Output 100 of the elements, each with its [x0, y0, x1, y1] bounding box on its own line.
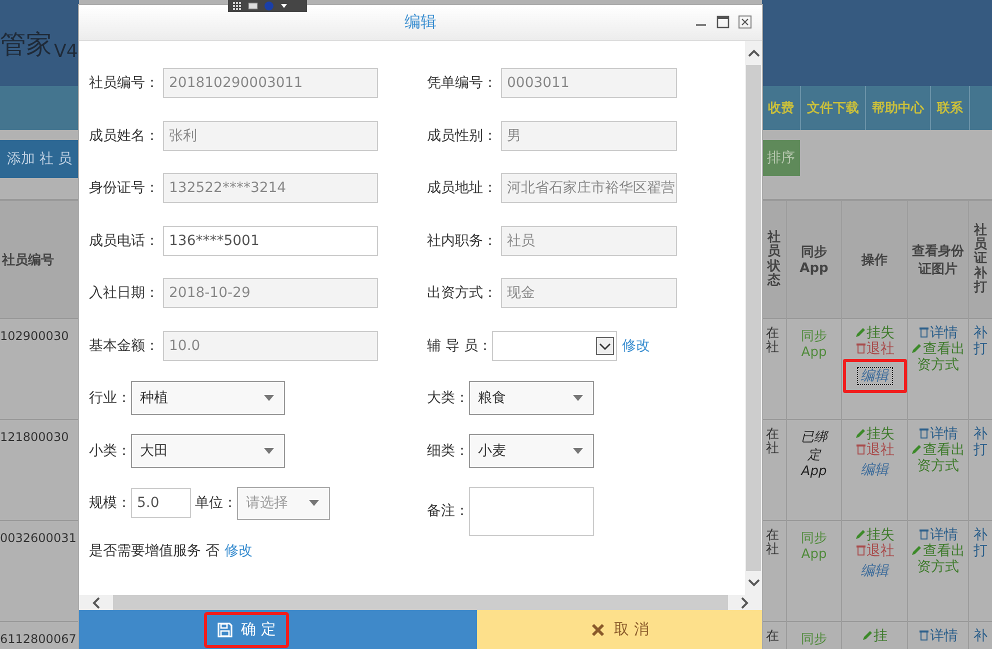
input-field[interactable]: 132522****3214 — [163, 173, 378, 204]
status-text: 在社 — [766, 327, 779, 356]
table-header-cell: 操作 — [842, 201, 908, 319]
field-label: 细类： — [427, 442, 469, 460]
close-icon — [590, 622, 606, 638]
reprint-link[interactable]: 补 — [974, 628, 988, 644]
trash-icon — [918, 528, 930, 540]
table-header-cell: 社员状态 — [762, 201, 787, 319]
chevron-left-icon[interactable] — [92, 596, 100, 608]
caret-icon[interactable] — [280, 3, 288, 9]
input-field[interactable]: 2018-10-29 — [163, 278, 378, 308]
withdraw-link[interactable]: 退社 — [852, 543, 898, 559]
nav-item[interactable]: 联系 — [931, 86, 970, 130]
report-loss-link[interactable]: 挂失 — [852, 426, 898, 442]
remarks-field[interactable] — [469, 486, 594, 536]
input-field[interactable]: 男 — [501, 120, 677, 151]
nav-item[interactable]: 帮助中心 — [866, 86, 931, 130]
field-label: 社员编号： — [89, 74, 159, 92]
service-text: 是否需要增值服务 否 — [89, 542, 220, 560]
field-label: 小类： — [89, 442, 131, 460]
field-label: 大类： — [427, 389, 469, 408]
input-field[interactable]: 张利 — [163, 120, 378, 151]
field-label: 成员地址： — [427, 179, 497, 198]
withdraw-link[interactable]: 退社 — [852, 442, 898, 458]
nav-item[interactable]: 文件下载 — [801, 86, 866, 130]
report-loss-link[interactable]: 挂失 — [852, 325, 898, 341]
chevron-up-icon[interactable] — [748, 49, 760, 57]
caret-icon — [573, 395, 583, 402]
sync-app-text[interactable]: 同步App — [799, 529, 829, 621]
field-label: 辅 导 员： — [427, 336, 492, 355]
pencil-icon — [911, 443, 923, 455]
sync-app-text[interactable]: 同步App — [799, 327, 829, 419]
details-link[interactable]: 详情 — [910, 325, 966, 341]
dropdown[interactable]: 小麦 — [469, 434, 594, 468]
trash-icon — [918, 629, 930, 641]
sync-app-text: 已绑定App — [800, 429, 829, 481]
reprint-link[interactable]: 补打 — [974, 325, 988, 357]
caret-icon — [573, 448, 583, 454]
pencil-icon — [911, 544, 923, 556]
trash-icon — [854, 342, 866, 354]
input-field[interactable]: 0003011 — [501, 68, 677, 98]
withdraw-link[interactable]: 退社 — [852, 341, 898, 357]
dropdown[interactable]: 种植 — [131, 381, 285, 416]
trash-icon — [854, 544, 866, 556]
chevron-right-icon[interactable] — [741, 596, 749, 608]
funding-link[interactable]: 查看出资方式 — [910, 442, 966, 474]
field-label: 基本金额： — [89, 336, 159, 355]
input-field[interactable]: 10.0 — [163, 330, 378, 361]
details-link[interactable]: 详情 — [910, 628, 966, 644]
trash-icon — [918, 326, 930, 338]
sort-button[interactable]: 排序 — [762, 140, 800, 176]
horizontal-scrollbar[interactable] — [79, 595, 762, 610]
edit-link[interactable]: 编辑 — [858, 563, 892, 579]
reprint-link[interactable]: 补打 — [974, 527, 988, 559]
dialog-title: 编辑 — [404, 12, 436, 33]
report-loss-link[interactable]: 挂失 — [852, 527, 898, 543]
funding-link[interactable]: 查看出资方式 — [910, 341, 966, 373]
sync-app-text[interactable]: 同步 — [799, 630, 829, 649]
input-field[interactable]: 社员 — [501, 226, 677, 256]
dropdown[interactable] — [492, 330, 617, 361]
close-icon[interactable] — [738, 15, 752, 29]
details-link[interactable]: 详情 — [910, 426, 966, 442]
modify-link[interactable]: 修改 — [224, 542, 252, 560]
input-field[interactable]: 5.0 — [131, 488, 191, 518]
dropdown[interactable]: 粮食 — [469, 381, 594, 416]
cancel-button[interactable]: 取 消 — [477, 610, 762, 649]
input-field[interactable]: 现金 — [501, 278, 677, 308]
vertical-scrollbar[interactable] — [745, 41, 762, 595]
edit-link[interactable]: 编辑 — [858, 368, 892, 384]
chevron-down-icon — [596, 336, 614, 355]
field-label: 成员姓名： — [89, 126, 159, 145]
status-text: 在 — [766, 630, 779, 644]
field-label: 成员电话： — [89, 232, 159, 250]
chevron-down-icon[interactable] — [748, 579, 760, 587]
field-label: 出资方式： — [427, 284, 497, 302]
field-label: 行业： — [89, 389, 131, 408]
add-member-button[interactable]: 添加 社 员 — [0, 140, 79, 178]
keyboard-icon[interactable] — [248, 1, 258, 11]
field-label: 社内职务： — [427, 232, 497, 250]
confirm-button[interactable]: 确 定 — [204, 612, 289, 648]
pencil-icon — [862, 629, 874, 641]
modify-link[interactable]: 修改 — [622, 336, 650, 355]
input-field[interactable]: 河北省石家庄市裕华区翟营 — [501, 173, 677, 204]
status-text: 在社 — [766, 529, 779, 558]
reprint-link[interactable]: 补打 — [974, 426, 988, 458]
dropdown[interactable]: 大田 — [131, 434, 285, 468]
dropdown[interactable]: 请选择 — [237, 486, 330, 520]
pencil-icon — [911, 342, 923, 354]
report-loss-link[interactable]: 挂 — [852, 628, 898, 644]
maximize-icon[interactable] — [716, 15, 730, 29]
input-field[interactable]: 201810290003011 — [163, 68, 378, 98]
grid-icon[interactable] — [232, 1, 242, 11]
edit-link[interactable]: 编辑 — [858, 462, 892, 478]
input-field[interactable]: 136****5001 — [163, 226, 378, 256]
details-link[interactable]: 详情 — [910, 527, 966, 543]
field-label: 入社日期： — [89, 284, 159, 302]
funding-link[interactable]: 查看出资方式 — [910, 543, 966, 575]
caret-icon — [309, 500, 319, 506]
pencil-icon — [854, 528, 866, 540]
field-label: 成员性别： — [427, 126, 497, 145]
